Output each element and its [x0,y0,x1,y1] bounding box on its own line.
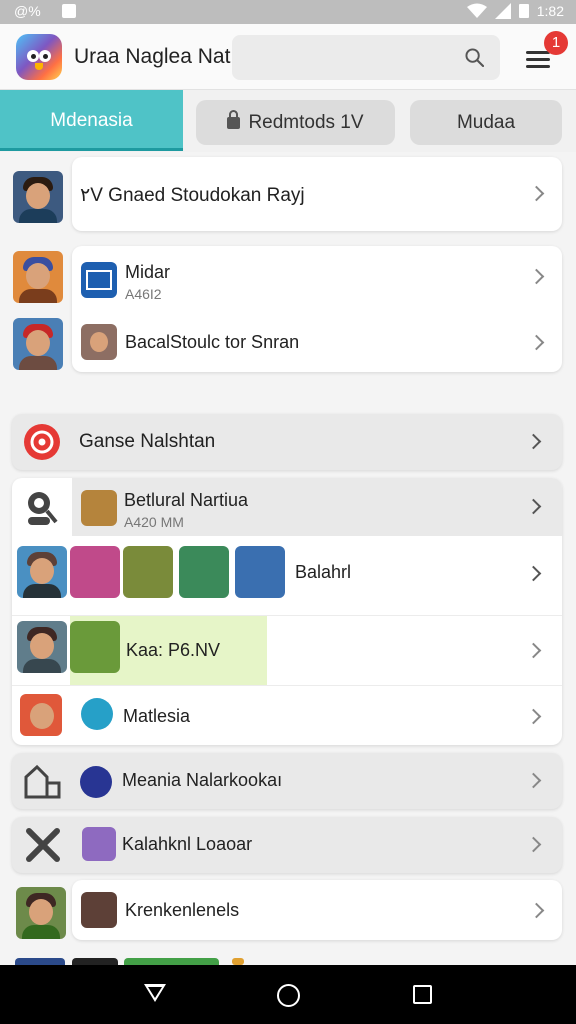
chevron-right-icon [528,334,545,351]
tab-mudaa[interactable]: Mudaa [410,100,562,145]
home-icon[interactable] [277,984,300,1007]
avatar [17,546,67,598]
back-icon[interactable] [144,984,166,1002]
status-time: 1:82 [536,3,564,19]
list-item-title: Kaa: P6.NV [126,640,221,660]
list-item[interactable]: Meania Nalarkookaı [12,753,562,809]
avatar [13,251,63,303]
wifi-icon [466,3,487,18]
chevron-right-icon [528,902,545,919]
list-item-title: Kalahknl Loaoar [122,834,253,854]
list-item-title: Krenkenlenels [125,900,240,920]
navigation-bar [0,965,576,1024]
list-item-title: Balahrl [295,562,352,582]
avatar [16,887,66,939]
lock-icon [227,110,241,129]
list-item[interactable]: BacalStoulc tor Snran [72,308,562,372]
chevron-right-icon [528,268,545,285]
signal-icon [494,3,511,19]
tab-bar: Mdenasia Redmtods 1V Mudaa [0,90,576,152]
recents-icon[interactable] [413,985,432,1004]
notification-badge: 1 [544,31,568,55]
chevron-right-icon [525,708,542,725]
status-left-text: @% [14,3,41,19]
game-thumbnail [179,546,229,598]
game-thumbnail [82,827,116,861]
avatar [13,171,63,223]
list-item[interactable]: Kalahknl Loaoar [12,817,562,873]
game-thumbnail [81,490,117,526]
app-icon [80,766,112,798]
list-item[interactable]: ٢V Gnaed Stoudokan Rayj [72,157,562,231]
notification-icon [62,4,76,18]
app-icon [81,698,113,730]
list-item[interactable]: Midar A46I2 [72,246,562,308]
list-item[interactable]: Betlural Nartiua A420 MM [72,478,562,536]
building-icon [24,764,61,799]
game-thumbnail [235,546,285,598]
battery-icon [518,4,529,18]
chevron-right-icon [525,642,542,659]
list-item-title: Ganse Nalshtan [79,431,216,452]
tab-redmtods[interactable]: Redmtods 1V [196,100,395,145]
list-item-subtitle: A420 MM [124,514,184,530]
list-item-subtitle: A46I2 [125,286,162,302]
list-item-title: Meania Nalarkookaı [122,770,283,790]
avatar [13,318,63,370]
list-item-title: BacalStoulc tor Snran [125,332,300,352]
game-thumbnail [70,621,120,673]
list-item-title: Midar [125,262,171,282]
list-item[interactable]: Krenkenlenels [72,880,562,940]
chevron-right-icon [525,498,542,515]
game-thumbnail [81,892,117,928]
list-item-title: ٢V Gnaed Stoudokan Rayj [80,185,305,206]
chevron-right-icon [525,836,542,853]
game-thumbnail [123,546,173,598]
list-group: Betlural Nartiua A420 MM Balahrl Kaa: P6… [12,478,562,745]
app-logo-icon [16,34,62,80]
tools-icon [26,828,60,862]
list-item[interactable]: Kaa: P6.NV [12,615,562,685]
game-thumbnail [81,324,117,360]
chevron-right-icon [525,433,542,450]
chevron-right-icon [525,565,542,582]
search-person-icon [28,492,58,525]
status-bar: @% 1:82 [0,0,576,24]
record-icon [24,424,60,460]
game-thumbnail [70,546,120,598]
list-item[interactable]: Matlesia [12,685,562,745]
avatar [20,694,62,736]
list-group: Midar A46I2 BacalStoulc tor Snran [72,246,562,372]
list-item[interactable]: Balahrl [12,544,562,608]
tab-mdenasia[interactable]: Mdenasia [0,90,183,151]
list-item-title: Betlural Nartiua [124,490,249,510]
search-icon[interactable] [465,48,484,67]
chevron-right-icon [525,772,542,789]
avatar [17,621,67,673]
chevron-right-icon [528,185,545,202]
search-input[interactable] [232,35,500,80]
tab-redmtods-label: Redmtods 1V [248,112,364,133]
game-thumbnail [81,262,117,298]
list-item[interactable]: Ganse Nalshtan [12,414,562,470]
list-item-title: Matlesia [123,706,191,726]
app-title: Uraa Naglea Nat [74,45,231,68]
app-bar: Uraa Naglea Nat 1 [0,24,576,90]
